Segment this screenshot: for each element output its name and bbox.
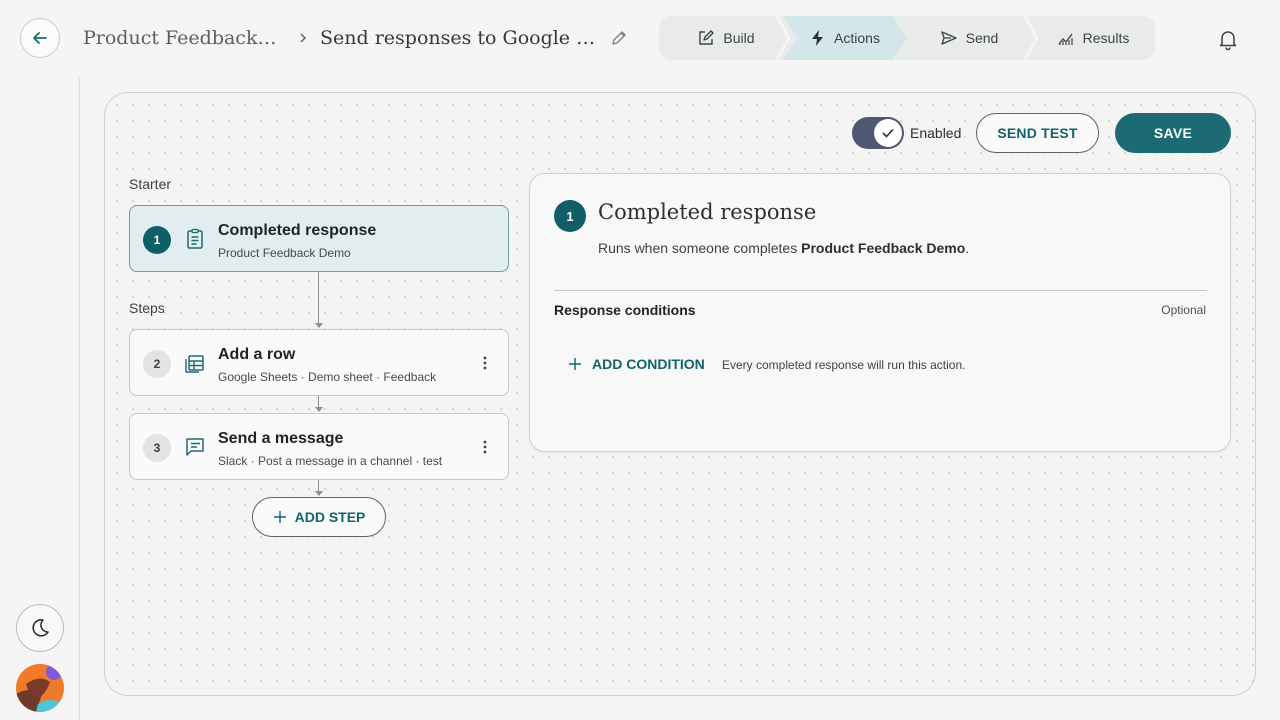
step-card[interactable]: 2 Add a row Google Sheets · Demo sheet ·… xyxy=(129,329,509,396)
avatar[interactable] xyxy=(16,664,64,712)
condition-note: Every completed response will run this a… xyxy=(722,358,966,372)
breadcrumb-current: Send responses to Google Sheets xyxy=(320,27,600,49)
tab-actions-label: Actions xyxy=(834,30,880,46)
detail-title: Completed response xyxy=(598,200,817,224)
back-button[interactable] xyxy=(20,18,60,58)
workflow-stepper: Build Actions Send Results xyxy=(659,16,1155,60)
chart-icon xyxy=(1058,33,1073,45)
response-conditions-label: Response conditions xyxy=(554,302,696,318)
tab-build-label: Build xyxy=(723,30,755,46)
theme-toggle-button[interactable] xyxy=(16,604,64,652)
add-condition-button[interactable]: ADD CONDITION xyxy=(568,355,705,373)
plus-icon xyxy=(569,358,581,370)
tab-send-label: Send xyxy=(965,30,999,46)
trigger-detail-panel: 1 Completed response Runs when someone c… xyxy=(529,173,1231,452)
step-number: 2 xyxy=(143,350,171,378)
connector-line xyxy=(318,272,319,323)
connector-arrow xyxy=(315,323,323,328)
pencil-icon[interactable] xyxy=(610,29,628,47)
card-subtitle: Slack · Post a message in a channel · te… xyxy=(218,454,443,468)
add-step-label: ADD STEP xyxy=(294,509,366,525)
sidebar-divider xyxy=(79,78,80,720)
tab-build[interactable]: Build xyxy=(659,16,787,60)
bolt-icon xyxy=(812,30,824,46)
starter-label: Starter xyxy=(129,176,172,192)
detail-step-number: 1 xyxy=(554,200,586,232)
toggle-label: Enabled xyxy=(910,125,962,141)
card-title: Completed response xyxy=(218,222,377,239)
moon-icon xyxy=(32,619,49,637)
step-number: 3 xyxy=(143,434,171,462)
connector-arrow xyxy=(315,407,323,412)
avatar-image xyxy=(16,664,64,712)
breadcrumb-parent[interactable]: Product Feedback Demo xyxy=(83,27,279,49)
send-icon xyxy=(940,31,957,45)
card-subtitle: Product Feedback Demo xyxy=(218,246,351,260)
tab-results-label: Results xyxy=(1082,30,1130,46)
add-step-button[interactable]: ADD STEP xyxy=(252,497,386,537)
steps-label: Steps xyxy=(129,300,165,316)
bell-icon[interactable] xyxy=(1216,27,1240,51)
tab-results[interactable]: Results xyxy=(1031,16,1155,60)
send-test-button[interactable]: SEND TEST xyxy=(976,113,1099,153)
starter-card[interactable]: 1 Completed response Product Feedback De… xyxy=(129,205,509,272)
check-icon xyxy=(882,128,894,138)
toggle-switch[interactable] xyxy=(852,117,904,149)
tab-send[interactable]: Send xyxy=(907,16,1031,60)
optional-label: Optional xyxy=(1161,303,1206,317)
divider xyxy=(554,290,1207,291)
edit-icon xyxy=(699,30,715,45)
more-vertical-icon[interactable] xyxy=(476,354,494,372)
message-icon xyxy=(186,438,204,456)
card-subtitle: Google Sheets · Demo sheet · Feedback xyxy=(218,370,437,384)
card-title: Send a message xyxy=(218,430,344,447)
connector-arrow xyxy=(315,491,323,496)
table-icon xyxy=(185,355,204,373)
step-card[interactable]: 3 Send a message Slack · Post a message … xyxy=(129,413,509,480)
plus-icon xyxy=(273,511,286,523)
add-condition-label: ADD CONDITION xyxy=(592,356,705,372)
save-button[interactable]: SAVE xyxy=(1115,113,1231,153)
card-title: Add a row xyxy=(218,346,296,363)
step-number: 1 xyxy=(143,226,171,254)
connector-line xyxy=(318,396,319,407)
tab-actions[interactable]: Actions xyxy=(783,16,907,60)
chevron-right-icon xyxy=(296,29,310,47)
clipboard-icon xyxy=(187,228,203,249)
arrow-left-icon xyxy=(33,32,47,44)
enabled-toggle[interactable]: Enabled xyxy=(852,117,961,149)
detail-description: Runs when someone completes Product Feed… xyxy=(598,240,970,256)
more-vertical-icon[interactable] xyxy=(476,438,494,456)
